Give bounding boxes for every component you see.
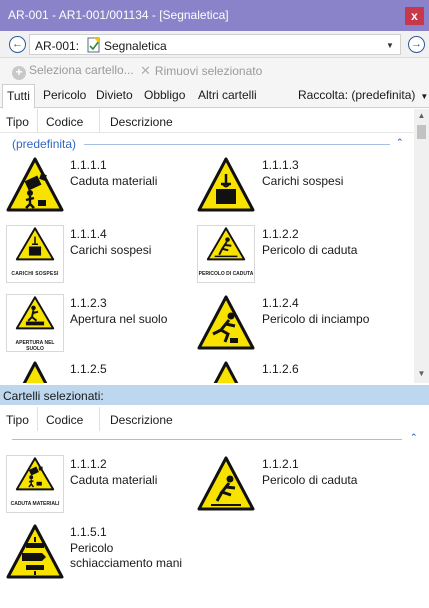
warning-icon[interactable] [6,360,64,383]
sign-description: Caduta materiali [70,473,158,487]
sign-code: 1.1.1.2 [70,457,107,471]
catalog-column-header: Tipo Codice Descrizione [0,109,414,133]
column-description[interactable]: Descrizione [110,413,173,427]
window-title: AR-001 - AR1-001/001134 - [Segnaletica] [8,8,229,22]
column-type[interactable]: Tipo [6,115,29,129]
chevron-down-icon[interactable]: ▼ [386,41,394,50]
select-sign-label: Seleziona cartello... [29,63,134,77]
forward-button[interactable]: → [408,36,425,53]
sign-description: Pericolo di caduta [262,243,358,257]
document-icon [87,37,100,53]
tab-pericolo[interactable]: Pericolo [43,88,86,102]
sign-description-line1: Pericolo [70,541,114,555]
sign-code: 1.1.5.1 [70,525,107,539]
category-tabs: Tutti Pericolo Divieto Obbligo Altri car… [0,84,429,109]
remove-selected-label: Rimuovi selezionato [154,64,263,78]
sign-code: 1.1.2.1 [262,457,299,471]
scroll-up-icon[interactable]: ▲ [414,109,429,123]
falling-materials-icon[interactable]: CADUTA MATERIALI [6,455,64,513]
column-code[interactable]: Codice [46,115,83,129]
chevron-down-icon: ▼ [420,92,429,101]
sign-description: Pericolo di inciampo [262,312,370,326]
selected-signs-title: Cartelli selezionati: [3,389,104,403]
column-description[interactable]: Descrizione [110,115,173,129]
sign-code: 1.1.1.1 [70,158,107,172]
trip-hazard-icon[interactable] [197,294,255,352]
remove-selected-button[interactable]: ✕ Rimuovi selezionato [140,63,262,79]
column-type[interactable]: Tipo [6,413,29,427]
selected-signs-header: Cartelli selezionati: [0,385,429,405]
sign-description: Pericolo di caduta [262,473,358,487]
close-button[interactable]: x [405,7,424,25]
sign-description-line2: schiacciamento mani [70,556,183,570]
catalog-list: 1.1.1.1 Caduta materiali 1.1.1.3 Carichi… [0,150,414,383]
suspended-loads-icon[interactable]: CARICHI SOSPESI [6,225,64,283]
fall-hazard-icon[interactable] [197,455,255,513]
add-icon: + [12,66,26,80]
address-field[interactable]: AR-001: Segnaletica ▼ [29,34,401,55]
sign-description: Carichi sospesi [262,174,344,188]
sign-code: 1.1.1.3 [262,158,299,172]
tab-altri-cartelli[interactable]: Altri cartelli [198,88,257,102]
tab-divieto[interactable]: Divieto [96,88,133,102]
sign-description: Apertura nel suolo [70,312,168,326]
tab-tutti[interactable]: Tutti [2,84,35,109]
scroll-down-icon[interactable]: ▼ [414,367,429,381]
collection-dropdown[interactable]: Raccolta: (predefinita) ▼ [298,88,428,102]
sign-code: 1.1.2.3 [70,296,107,310]
fall-hazard-icon[interactable]: PERICOLO DI CADUTA [197,225,255,283]
group-divider [84,144,390,145]
sign-code: 1.1.2.5 [70,362,107,376]
sign-caption: APERTURA NEL SUOLO [15,340,55,352]
address-bar: ← AR-001: Segnaletica ▼ → [0,31,429,58]
collapse-icon[interactable]: ⌃ [396,137,404,148]
tab-obbligo[interactable]: Obbligo [144,88,185,102]
sign-code: 1.1.1.4 [70,227,107,241]
falling-materials-icon[interactable] [6,156,64,214]
column-code[interactable]: Codice [46,413,83,427]
floor-opening-icon[interactable]: APERTURA NEL SUOLO [6,294,64,352]
collapse-icon[interactable]: ⌃ [410,432,418,443]
suspended-loads-icon[interactable] [197,156,255,214]
sign-code: 1.1.2.6 [262,362,299,376]
sign-caption: PERICOLO DI CADUTA [198,271,254,277]
remove-icon: ✕ [140,63,151,78]
sign-code: 1.1.2.4 [262,296,299,310]
address-prefix: AR-001: [35,39,80,53]
collection-label: Raccolta: (predefinita) [298,88,416,102]
group-divider [12,439,402,440]
hand-crush-icon[interactable] [6,523,64,581]
sign-description: Caduta materiali [70,174,158,188]
title-bar: AR-001 - AR1-001/001134 - [Segnaletica] … [0,0,429,31]
sign-description: Carichi sospesi [70,243,152,257]
group-header[interactable]: (predefinita) [12,137,76,151]
address-value: Segnaletica [104,39,167,53]
select-sign-button[interactable]: + Seleziona cartello... [12,63,134,80]
selected-column-header: Tipo Codice Descrizione [0,407,429,431]
scroll-thumb[interactable] [417,125,426,139]
back-button[interactable]: ← [9,36,26,53]
toolbar: + Seleziona cartello... ✕ Rimuovi selezion… [0,58,429,84]
sign-code: 1.1.2.2 [262,227,299,241]
sign-caption: CARICHI SOSPESI [11,271,59,277]
sign-caption: CADUTA MATERIALI [10,501,60,507]
warning-icon[interactable] [197,360,255,383]
catalog-scrollbar[interactable]: ▲ ▼ [414,109,429,383]
